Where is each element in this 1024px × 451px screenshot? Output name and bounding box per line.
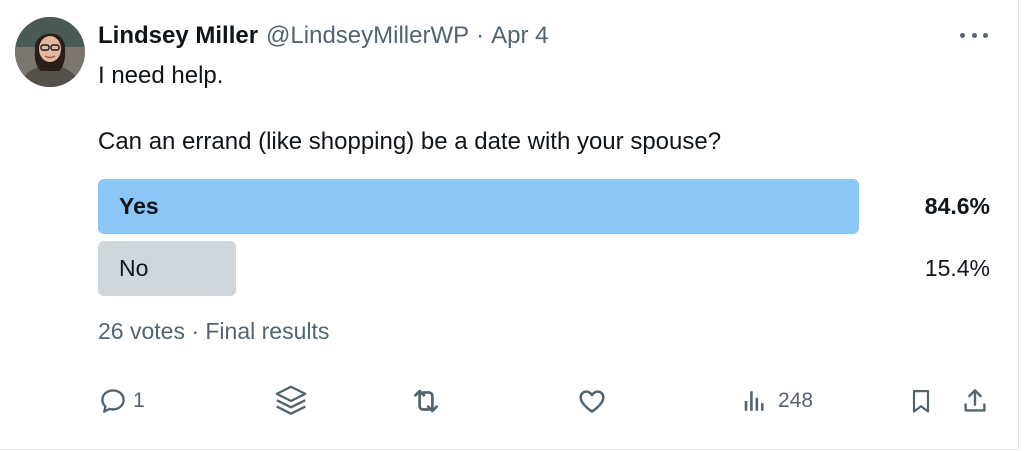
poll-bar-yes (98, 179, 859, 234)
poll-results-summary: 26 votes · Final results (98, 318, 330, 344)
poll-option-percent: 84.6% (924, 193, 990, 219)
header-separator: · (476, 22, 485, 49)
tweet-card[interactable]: Lindsey Miller @LindseyMillerWP · Apr 4 … (0, 0, 1019, 450)
poll-option-yes[interactable]: Yes 84.6% (98, 179, 990, 234)
reply-icon (101, 389, 125, 413)
share-button[interactable] (960, 385, 990, 417)
views-count: 248 (778, 389, 814, 412)
bookmark-icon (912, 389, 930, 413)
tweet-text-line: Can an errand (like shopping) be a date … (98, 128, 722, 155)
poll-option-label: No (119, 255, 149, 281)
poll-option-label: Yes (119, 193, 159, 219)
retweet-button[interactable] (409, 385, 443, 417)
tweet-date[interactable]: Apr 4 (491, 22, 548, 50)
more-options-button[interactable] (958, 26, 990, 44)
like-icon (579, 390, 605, 413)
tweet-header: Lindsey Miller @LindseyMillerWP · Apr 4 (98, 20, 549, 52)
views-icon (744, 391, 764, 411)
author-handle[interactable]: @LindseyMillerWP (266, 22, 469, 50)
more-dot-icon (971, 32, 977, 38)
avatar[interactable] (15, 17, 85, 87)
views-button[interactable]: 248 (742, 385, 813, 417)
reply-button[interactable]: 1 (98, 385, 145, 417)
more-dot-icon (983, 32, 988, 38)
avatar-image (15, 17, 85, 87)
poll-option-no[interactable]: No 15.4% (98, 241, 990, 296)
tweet-text-line: I need help. (98, 62, 224, 89)
stack-icon (275, 385, 307, 415)
share-icon (964, 389, 986, 412)
author-name[interactable]: Lindsey Miller (98, 22, 258, 50)
reply-count: 1 (133, 389, 145, 412)
poll-option-percent: 15.4% (924, 255, 990, 281)
retweet-icon (414, 389, 438, 413)
bookmark-button[interactable] (907, 385, 935, 417)
stack-button[interactable] (272, 385, 310, 417)
more-dot-icon (960, 32, 965, 38)
like-button[interactable] (576, 385, 608, 417)
